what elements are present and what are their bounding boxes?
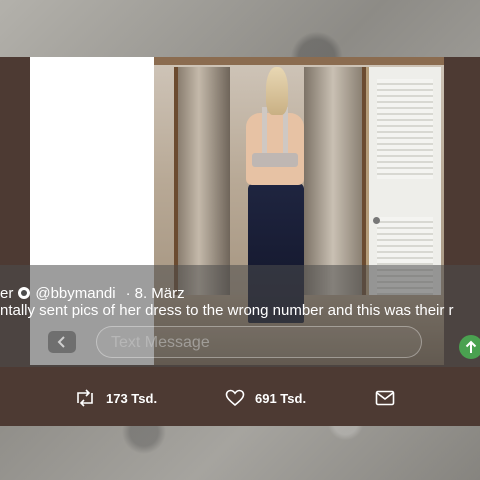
like-count: 691 Tsd. bbox=[255, 390, 307, 406]
mirror-left bbox=[174, 67, 230, 297]
person-hair bbox=[266, 67, 288, 115]
send-arrow-icon[interactable] bbox=[459, 335, 480, 359]
tweet-author-line: er @bbymandi · 8. März bbox=[0, 283, 185, 303]
dm-button[interactable] bbox=[375, 383, 405, 413]
date-separator: · bbox=[125, 284, 131, 302]
door-knob bbox=[373, 217, 380, 224]
tweet-date[interactable]: 8. März bbox=[135, 285, 185, 302]
retweet-icon bbox=[77, 389, 93, 407]
verified-badge-icon bbox=[18, 287, 31, 299]
text-message-placeholder: Text Message bbox=[111, 334, 210, 351]
author-name[interactable]: er bbox=[0, 285, 13, 302]
heart-icon bbox=[225, 389, 245, 407]
tweet-actions: 173 Tsd. 691 Tsd. bbox=[0, 383, 480, 413]
door-slats-top bbox=[377, 79, 433, 179]
photo-frame-top bbox=[154, 57, 444, 65]
retweet-count: 173 Tsd. bbox=[106, 390, 158, 406]
mirror-right bbox=[304, 67, 366, 297]
like-button[interactable]: 691 Tsd. bbox=[225, 383, 306, 413]
tweet-text: ntally sent pics of her dress to the wro… bbox=[0, 302, 454, 319]
text-message-input[interactable]: Text Message bbox=[96, 326, 480, 359]
mail-icon bbox=[375, 390, 395, 406]
camera-icon[interactable] bbox=[48, 331, 76, 353]
dress-top bbox=[252, 153, 298, 167]
message-input-bar: Text Message bbox=[30, 322, 480, 362]
author-handle[interactable]: @bbymandi bbox=[35, 285, 115, 302]
retweet-button[interactable]: 173 Tsd. bbox=[74, 383, 157, 413]
